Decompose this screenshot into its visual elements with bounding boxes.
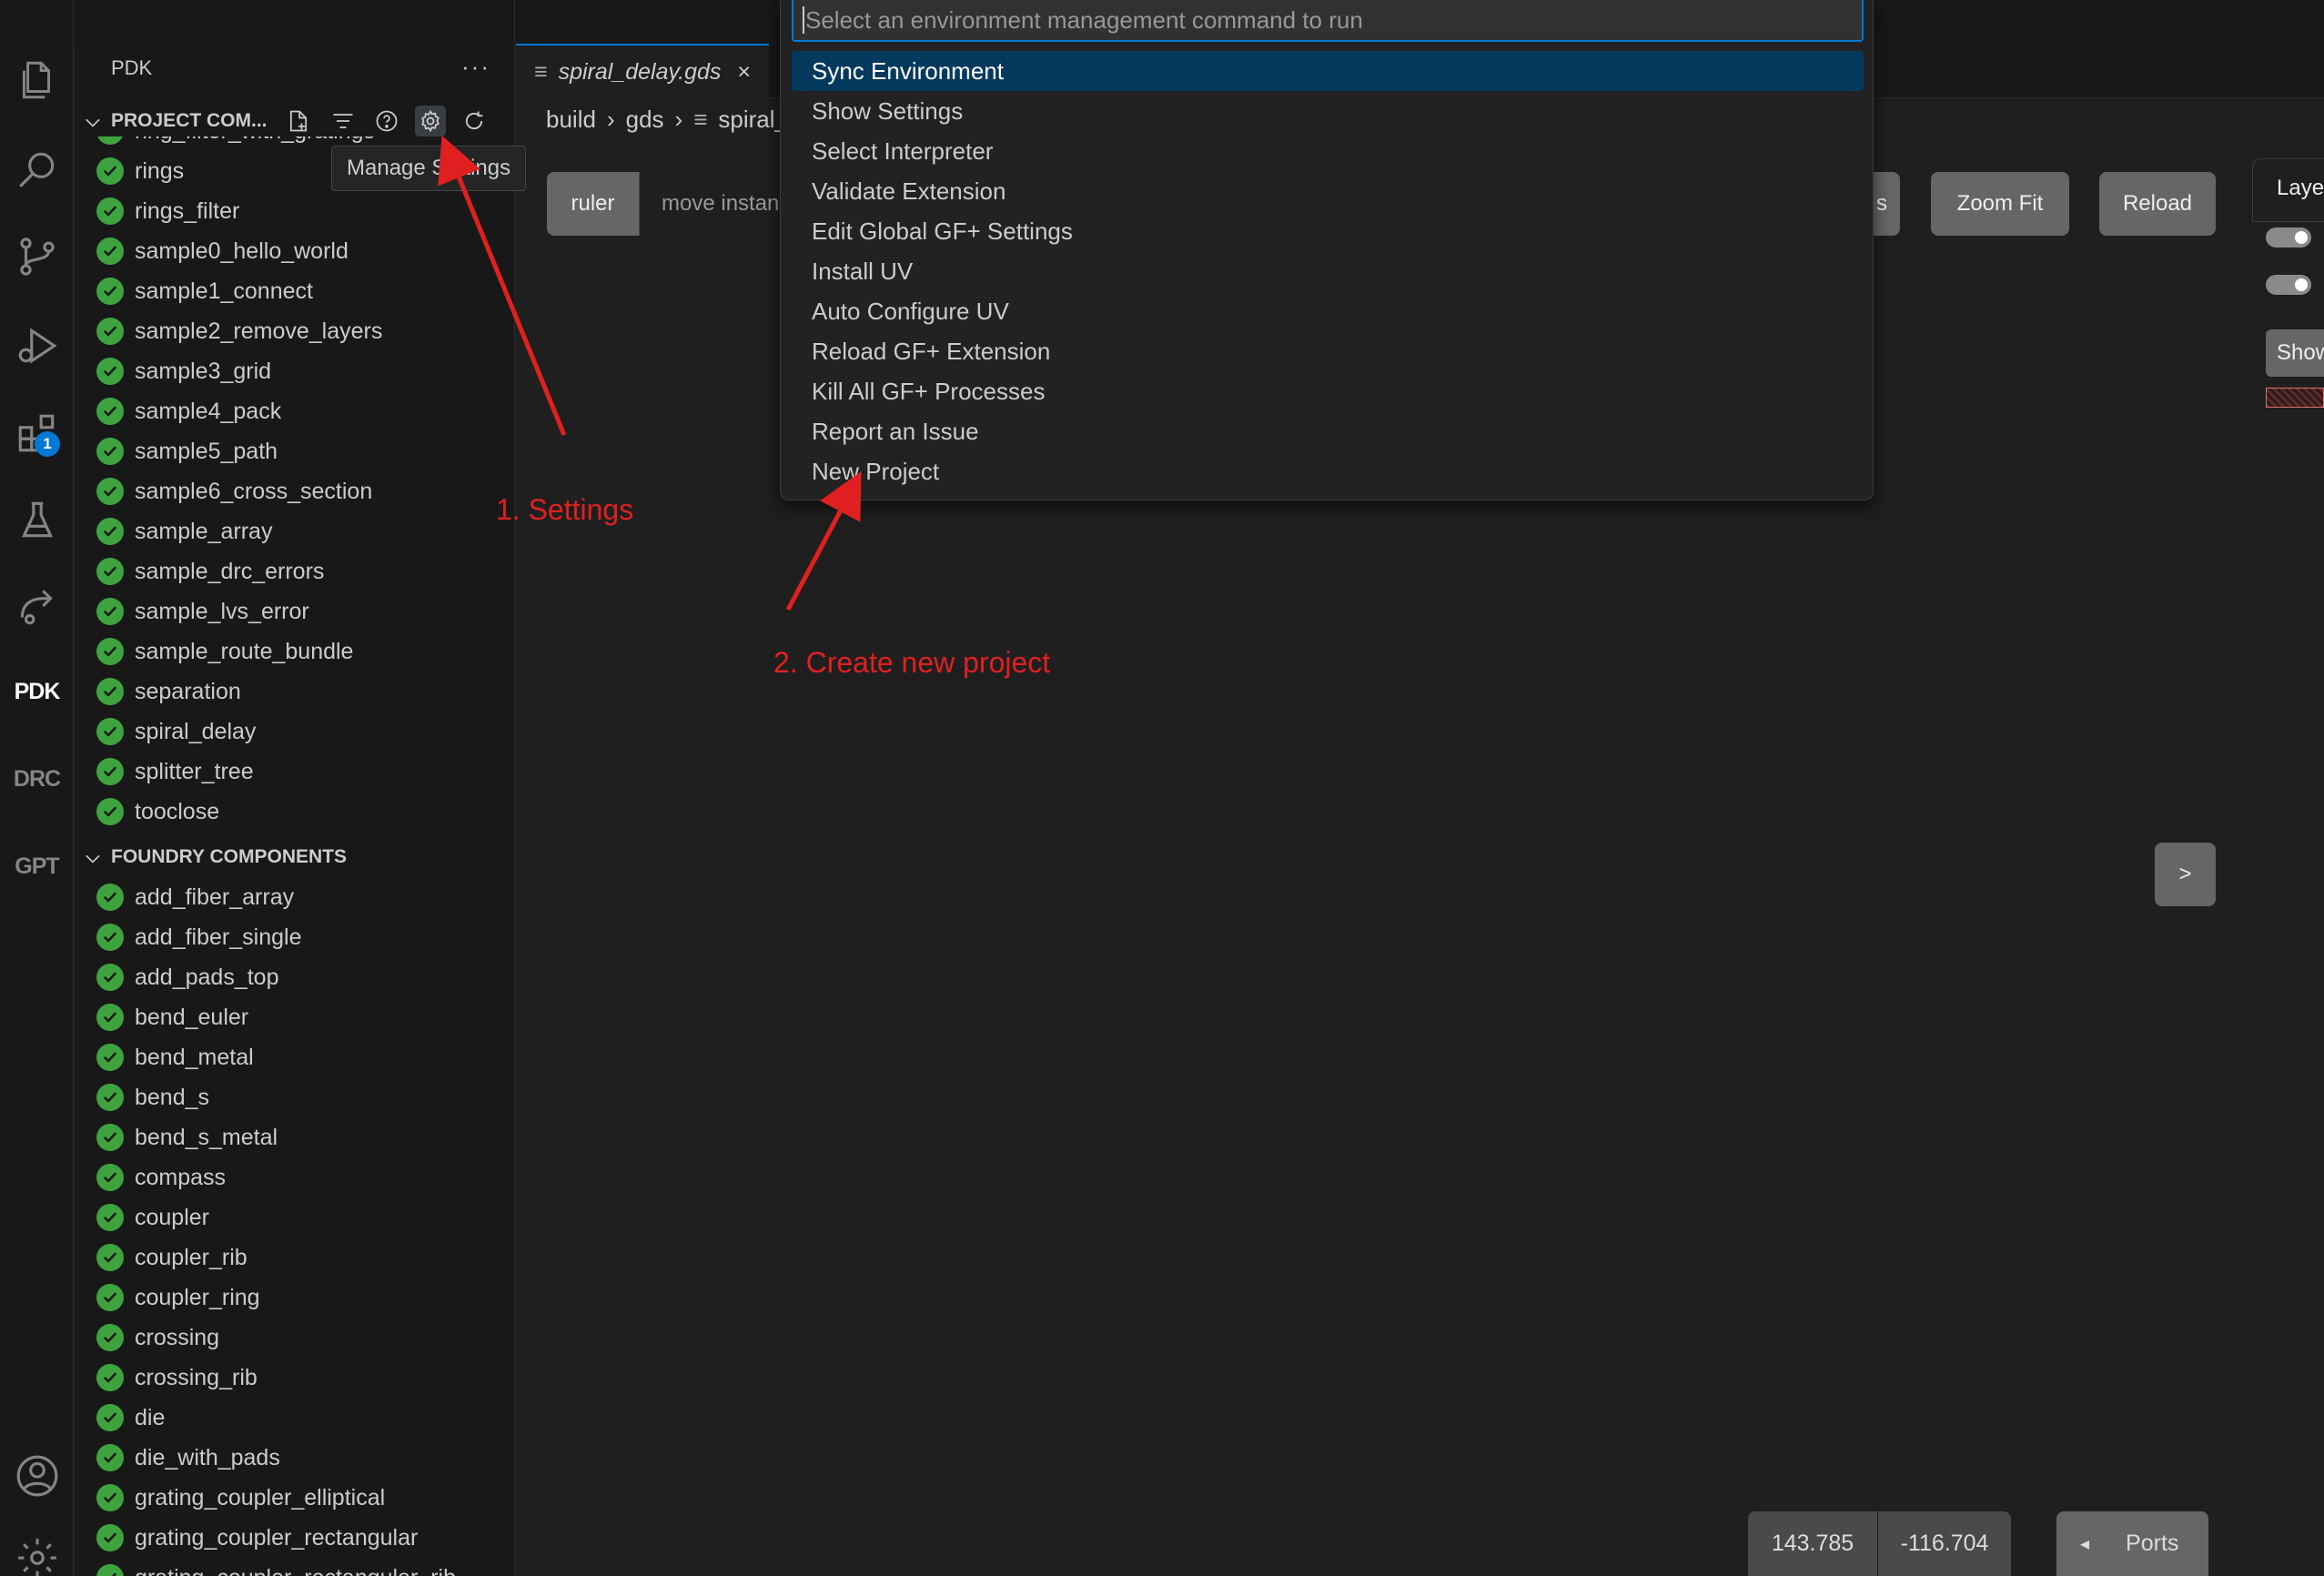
annotation-step1: 1. Settings (496, 493, 634, 526)
arrow-to-new-project (785, 470, 862, 611)
annotation-step2: 2. Create new project (773, 646, 1051, 679)
annotation-arrows (438, 135, 862, 611)
arrow-to-settings (438, 135, 567, 436)
